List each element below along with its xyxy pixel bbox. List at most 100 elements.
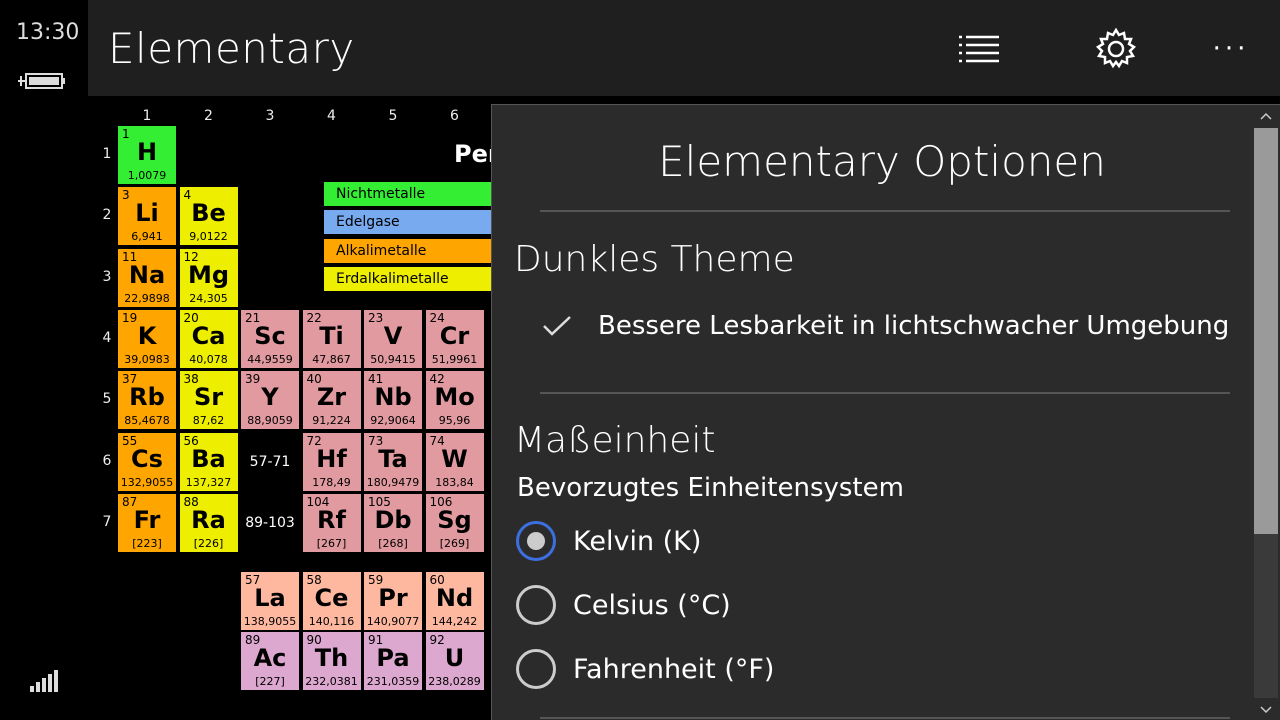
element-cell-pr[interactable]: 59 Pr 140,9077 <box>364 571 422 630</box>
element-cell-u[interactable]: 92 U 238,0289 <box>425 631 484 690</box>
atomic-mass: 92,9064 <box>370 414 416 428</box>
options-scrollbar[interactable] <box>1254 106 1280 720</box>
element-symbol: Be <box>191 199 226 228</box>
atomic-mass: 39,0983 <box>124 352 170 366</box>
element-cell-ac[interactable]: 89 Ac [227] <box>241 631 299 690</box>
element-symbol: Fr <box>133 505 161 534</box>
radio-button-selected[interactable] <box>516 521 556 561</box>
legend-item: Alkalimetalle <box>324 238 494 263</box>
radio-kelvin[interactable]: Kelvin (K) <box>516 521 701 561</box>
row-header: 3 <box>102 268 112 285</box>
element-symbol: Ce <box>314 583 349 612</box>
element-cell-mg[interactable]: 12 Mg 24,305 <box>179 248 238 307</box>
element-symbol: Na <box>128 260 166 289</box>
element-symbol: V <box>383 321 403 350</box>
divider <box>540 210 1230 212</box>
atomic-mass: 51,9961 <box>431 352 478 366</box>
series-placeholder[interactable]: 57-71 <box>241 433 299 491</box>
atomic-mass: 132,9055 <box>120 475 174 489</box>
element-cell-th[interactable]: 90 Th 232,0381 <box>302 631 361 690</box>
element-cell-y[interactable]: 39 Y 88,9059 <box>241 371 299 430</box>
scroll-thumb[interactable] <box>1254 128 1278 534</box>
element-cell-zr[interactable]: 40 Zr 91,224 <box>302 371 361 430</box>
column-header: 1 <box>142 108 152 124</box>
row-header: 6 <box>102 452 112 469</box>
atomic-mass: 238,0289 <box>428 674 481 688</box>
element-symbol: Ra <box>191 505 226 534</box>
element-cell-ra[interactable]: 88 Ra [226] <box>179 493 238 552</box>
element-symbol: Sr <box>193 383 224 412</box>
element-cell-rb[interactable]: 37 Rb 85,4678 <box>118 371 176 430</box>
periodic-table: Per 1 2 3 4 5 6 1 2 3 4 5 6 7 1 H 1,0079 3 Li 6,941 4 Be 9,01… <box>88 96 500 720</box>
element-symbol: Zr <box>316 383 347 412</box>
atomic-mass: 85,4678 <box>124 414 170 428</box>
radio-label-kelvin: Kelvin (K) <box>573 525 702 557</box>
radio-label-fahrenheit: Fahrenheit (°F) <box>573 653 775 685</box>
element-cell-h[interactable]: 1 H 1,0079 <box>118 126 176 184</box>
atomic-mass: 40,078 <box>189 352 228 366</box>
element-cell-la[interactable]: 57 La 138,9055 <box>241 571 299 630</box>
series-placeholder[interactable]: 89-103 <box>241 494 299 552</box>
scroll-down-button[interactable] <box>1254 700 1278 720</box>
element-cell-cr[interactable]: 24 Cr 51,9961 <box>425 309 484 368</box>
element-cell-ti[interactable]: 22 Ti 47,867 <box>302 309 361 368</box>
atomic-mass: 47,867 <box>312 352 351 366</box>
radio-button[interactable] <box>516 585 556 625</box>
atomic-mass: 180,9479 <box>366 475 420 489</box>
element-cell-nb[interactable]: 41 Nb 92,9064 <box>364 371 422 430</box>
element-cell-na[interactable]: 11 Na 22,9898 <box>118 248 176 307</box>
element-cell-hf[interactable]: 72 Hf 178,49 <box>302 432 361 491</box>
element-cell-db[interactable]: 105 Db [268] <box>364 493 422 552</box>
element-symbol: Ca <box>191 321 226 350</box>
element-cell-cs[interactable]: 55 Cs 132,9055 <box>118 432 176 491</box>
gear-icon <box>1095 27 1137 69</box>
element-symbol: Nd <box>435 583 474 612</box>
atomic-mass: [227] <box>255 674 285 688</box>
element-symbol: La <box>254 583 286 612</box>
element-symbol: Pa <box>376 643 410 672</box>
radio-button[interactable] <box>516 649 556 689</box>
element-cell-pa[interactable]: 91 Pa 231,0359 <box>364 631 422 690</box>
element-cell-be[interactable]: 4 Be 9,0122 <box>179 187 238 246</box>
element-cell-ba[interactable]: 56 Ba 137,327 <box>179 432 238 491</box>
settings-button[interactable] <box>1091 24 1141 74</box>
element-symbol: Cs <box>131 444 163 473</box>
atomic-mass: 231,0359 <box>366 674 420 688</box>
element-cell-ta[interactable]: 73 Ta 180,9479 <box>364 432 422 491</box>
element-cell-w[interactable]: 74 W 183,84 <box>425 432 484 491</box>
element-cell-li[interactable]: 3 Li 6,941 <box>118 187 176 246</box>
element-cell-k[interactable]: 19 K 39,0983 <box>118 309 176 368</box>
element-cell-ca[interactable]: 20 Ca 40,078 <box>179 309 238 368</box>
radio-fahrenheit[interactable]: Fahrenheit (°F) <box>516 649 774 689</box>
row-header: 4 <box>102 329 112 346</box>
element-cell-sg[interactable]: 106 Sg [269] <box>425 493 484 552</box>
scroll-up-button[interactable] <box>1254 106 1278 126</box>
clock: 13:30 <box>16 20 80 45</box>
element-cell-nd[interactable]: 60 Nd 144,242 <box>425 571 484 630</box>
atomic-mass: [267] <box>316 536 347 550</box>
atomic-mass: 24,305 <box>189 291 228 305</box>
row-header: 2 <box>102 207 112 224</box>
element-cell-v[interactable]: 23 V 50,9415 <box>364 309 422 368</box>
list-view-button[interactable] <box>954 24 1004 74</box>
atomic-mass: [269] <box>439 536 470 550</box>
element-symbol: Ba <box>191 444 226 473</box>
element-symbol: Ti <box>319 321 344 350</box>
battery-charging-icon <box>18 68 66 96</box>
signal-strength-icon <box>30 670 60 696</box>
dark-theme-checkbox[interactable]: Bessere Lesbarkeit in lichtschwacher Umg… <box>542 311 1229 341</box>
element-symbol: Hf <box>316 444 347 473</box>
element-symbol: Y <box>261 383 279 412</box>
radio-celsius[interactable]: Celsius (°C) <box>516 585 731 625</box>
element-symbol: Ta <box>378 444 408 473</box>
element-cell-fr[interactable]: 87 Fr [223] <box>118 493 176 552</box>
more-options-button[interactable]: ··· <box>1206 24 1256 74</box>
element-cell-mo[interactable]: 42 Mo 95,96 <box>425 371 484 430</box>
element-cell-sr[interactable]: 38 Sr 87,62 <box>179 371 238 430</box>
options-title: Elementary Optionen <box>658 137 1106 186</box>
element-cell-ce[interactable]: 58 Ce 140,116 <box>302 571 361 630</box>
element-cell-rf[interactable]: 104 Rf [267] <box>302 493 361 552</box>
atomic-mass: 232,0381 <box>305 674 358 688</box>
atomic-mass: 140,9077 <box>366 614 420 628</box>
element-cell-sc[interactable]: 21 Sc 44,9559 <box>241 309 299 368</box>
